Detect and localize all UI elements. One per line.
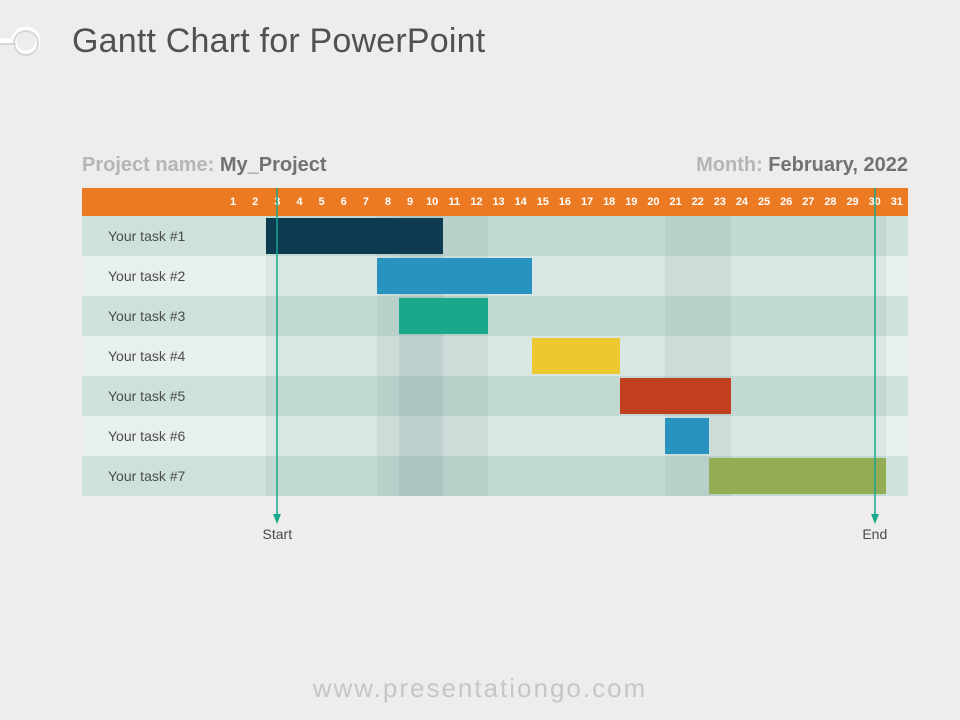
task-label: Your task #3	[82, 296, 222, 336]
gantt-bar	[665, 418, 709, 454]
task-days	[222, 416, 908, 456]
page-title: Gantt Chart for PowerPoint	[72, 22, 485, 61]
info-row: Project name: My_Project Month: February…	[82, 154, 908, 177]
day-header-cell: 21	[665, 188, 687, 216]
task-row: Your task #6	[82, 416, 908, 456]
day-header-cell: 23	[709, 188, 731, 216]
gantt-day-headers: 1234567891011121314151617181920212223242…	[222, 188, 908, 216]
day-header-cell: 2	[244, 188, 266, 216]
gantt-rows: Your task #1Your task #2Your task #3Your…	[82, 216, 908, 496]
day-header-cell: 22	[687, 188, 709, 216]
gantt-chart: 1234567891011121314151617181920212223242…	[82, 188, 908, 496]
task-days	[222, 376, 908, 416]
task-label: Your task #4	[82, 336, 222, 376]
title-band: Gantt Chart for PowerPoint	[0, 12, 960, 70]
gantt-bar	[377, 258, 532, 294]
day-header-cell: 6	[333, 188, 355, 216]
day-header-cell: 12	[465, 188, 487, 216]
start-marker-icon	[271, 188, 283, 526]
start-marker-label: Start	[263, 526, 293, 542]
task-label: Your task #6	[82, 416, 222, 456]
day-header-cell: 16	[554, 188, 576, 216]
day-header-cell: 8	[377, 188, 399, 216]
task-days	[222, 456, 908, 496]
day-header-cell: 13	[488, 188, 510, 216]
day-header-cell: 31	[886, 188, 908, 216]
project-name-value: My_Project	[220, 154, 327, 176]
month: Month: February, 2022	[696, 154, 908, 177]
day-header-cell: 19	[620, 188, 642, 216]
project-name-label: Project name:	[82, 154, 220, 176]
task-days	[222, 216, 908, 256]
gantt-bar	[399, 298, 488, 334]
task-label: Your task #5	[82, 376, 222, 416]
day-header-cell: 5	[311, 188, 333, 216]
day-header-cell: 24	[731, 188, 753, 216]
end-marker-icon	[869, 188, 881, 526]
task-label: Your task #7	[82, 456, 222, 496]
day-header-cell: 11	[443, 188, 465, 216]
month-label: Month:	[696, 154, 768, 176]
day-header-cell: 14	[510, 188, 532, 216]
task-label: Your task #2	[82, 256, 222, 296]
end-marker-label: End	[862, 526, 887, 542]
gantt-header-spacer	[82, 188, 222, 216]
task-row: Your task #4	[82, 336, 908, 376]
day-header-cell: 18	[598, 188, 620, 216]
day-header-cell: 17	[576, 188, 598, 216]
day-header-cell: 20	[642, 188, 664, 216]
day-header-cell: 4	[288, 188, 310, 216]
title-decoration-icon	[0, 11, 48, 71]
task-label: Your task #1	[82, 216, 222, 256]
day-header-cell: 25	[753, 188, 775, 216]
day-header-cell: 9	[399, 188, 421, 216]
day-header-cell: 28	[819, 188, 841, 216]
task-row: Your task #5	[82, 376, 908, 416]
gantt-bar	[709, 458, 886, 494]
project-name: Project name: My_Project	[82, 154, 327, 177]
day-header-cell: 26	[775, 188, 797, 216]
task-days	[222, 296, 908, 336]
task-row: Your task #2	[82, 256, 908, 296]
day-header-cell: 10	[421, 188, 443, 216]
gantt-bar	[620, 378, 731, 414]
gantt-bar	[266, 218, 443, 254]
task-days	[222, 336, 908, 376]
day-header-cell: 1	[222, 188, 244, 216]
day-header-cell: 15	[532, 188, 554, 216]
day-header-cell: 29	[842, 188, 864, 216]
task-row: Your task #3	[82, 296, 908, 336]
gantt-header: 1234567891011121314151617181920212223242…	[82, 188, 908, 216]
footer-url: www.presentationgo.com	[0, 673, 960, 704]
month-value: February, 2022	[768, 154, 908, 176]
task-row: Your task #7	[82, 456, 908, 496]
task-days	[222, 256, 908, 296]
day-header-cell: 27	[797, 188, 819, 216]
gantt-bar	[532, 338, 621, 374]
day-header-cell: 7	[355, 188, 377, 216]
task-row: Your task #1	[82, 216, 908, 256]
